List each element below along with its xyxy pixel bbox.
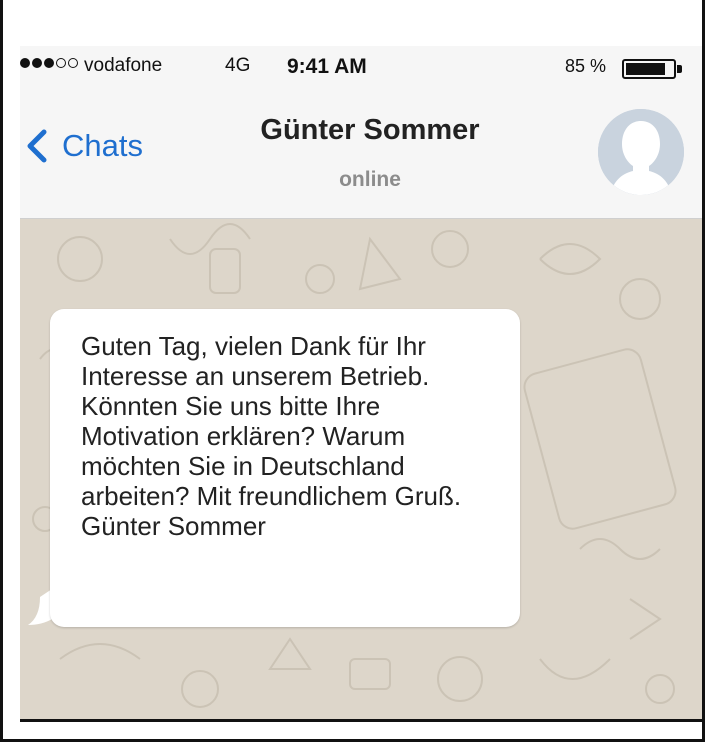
chat-background: Guten Tag, vielen Dank für Ihr Interesse… <box>20 219 702 722</box>
contact-status: online <box>339 168 401 191</box>
avatar[interactable] <box>598 109 684 195</box>
incoming-message-bubble[interactable]: Guten Tag, vielen Dank für Ihr Interesse… <box>50 309 520 627</box>
back-button[interactable]: Chats <box>20 126 143 166</box>
battery-percent: 85 % <box>565 56 607 76</box>
signal-strength-icon <box>20 58 80 68</box>
message-text: Guten Tag, vielen Dank für Ihr Interesse… <box>81 331 462 541</box>
network-type: 4G <box>225 55 251 76</box>
status-bar: vodafone 4G 9:41 AM 85 % <box>20 46 702 96</box>
back-button-label: Chats <box>62 128 143 163</box>
person-silhouette-icon <box>598 109 684 195</box>
contact-name[interactable]: Günter Sommer <box>170 114 570 147</box>
battery-icon <box>622 59 676 79</box>
battery-terminal <box>677 65 682 73</box>
battery-level-fill <box>626 63 666 75</box>
carrier-name: vodafone <box>84 55 163 76</box>
bottom-divider <box>20 719 702 722</box>
chat-header: Chats Günter Sommer online <box>20 96 702 219</box>
phone-screen: vodafone 4G 9:41 AM 85 % Chats Günter So… <box>20 46 702 722</box>
chevron-left-icon <box>27 129 47 163</box>
clock: 9:41 AM <box>287 55 367 78</box>
